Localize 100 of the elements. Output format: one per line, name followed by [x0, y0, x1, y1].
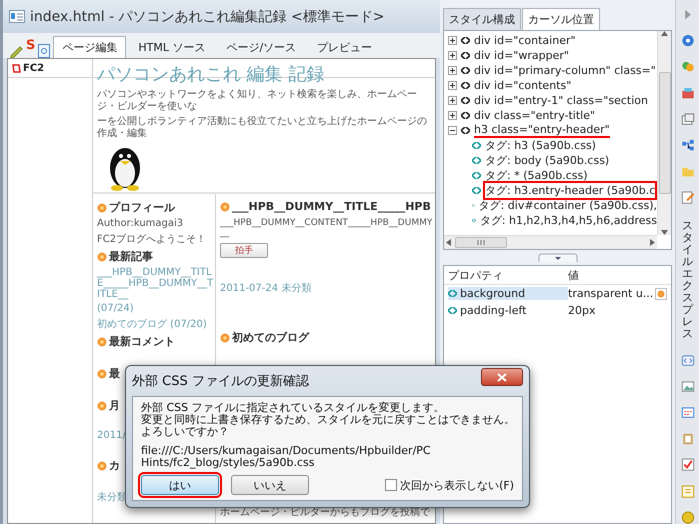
tag-icon	[448, 307, 457, 314]
panel-label[interactable]: スタイルエクスプレス	[682, 220, 693, 341]
close-icon	[497, 372, 507, 382]
clipboard-icon[interactable]	[680, 432, 694, 446]
flower-icon	[97, 400, 107, 410]
tree-node[interactable]: div id="contents"	[474, 79, 572, 92]
editor-tab[interactable]: プレビュー	[308, 36, 382, 58]
calendar-icon[interactable]	[680, 406, 694, 420]
tree-node[interactable]: div id="container"	[474, 34, 576, 47]
tag-icon	[461, 127, 470, 134]
window-icon[interactable]	[680, 112, 694, 126]
expand-icon[interactable]	[448, 111, 457, 120]
column-header: プロパティ	[448, 268, 504, 282]
editor-tab[interactable]: ページ編集	[53, 36, 126, 58]
tree-node[interactable]: タグ: * (5a90b.css)	[485, 168, 588, 183]
section-heading: プロフィール	[109, 200, 175, 215]
tag-icon	[448, 290, 457, 297]
style-toggle[interactable]: S	[26, 38, 36, 53]
flower-icon	[220, 332, 230, 342]
expand-icon[interactable]	[448, 66, 457, 75]
tag-icon	[472, 172, 481, 179]
checkbox-label[interactable]: 次回から表示しない(F)	[400, 478, 514, 492]
tree-node[interactable]: div id="primary-column" class="	[474, 64, 656, 77]
property-value: transparent u...	[568, 287, 654, 300]
vertical-scrollbar[interactable]	[657, 31, 671, 235]
close-button[interactable]	[481, 368, 523, 386]
tree-node[interactable]: タグ: h3 (5a90b.css)	[485, 138, 596, 153]
horizontal-scrollbar[interactable]	[444, 235, 657, 249]
site-logo: FC2	[23, 62, 44, 74]
dialog-message: 外部 CSS ファイルに指定されているスタイルを変更します。	[141, 402, 446, 414]
tree-node[interactable]: h3 class="entry-header"	[474, 123, 610, 138]
palette-icon[interactable]	[680, 60, 694, 74]
tag-icon	[461, 82, 470, 89]
file-path: Hints/fc2_blog/styles/5a90b.css	[141, 457, 314, 469]
tree-node[interactable]: タグ: h1,h2,h3,h4,h5,h6,address	[480, 213, 657, 228]
dialog-button[interactable]: はい	[141, 475, 219, 495]
section-heading: 初めてのブログ	[232, 330, 309, 345]
expand-icon[interactable]	[448, 96, 457, 105]
panel-tab[interactable]: スタイル構成	[443, 8, 521, 30]
splitter-handle-icon[interactable]	[538, 253, 578, 262]
checkbox[interactable]	[385, 479, 398, 491]
help-icon[interactable]	[680, 34, 694, 48]
tree-node[interactable]: div class="entry-title"	[474, 109, 596, 122]
tree-node[interactable]: div id="wrapper"	[474, 49, 569, 62]
property-value: 20px	[568, 304, 596, 317]
dialog-title: 外部 CSS ファイルの更新確認	[132, 373, 309, 390]
editor-tab[interactable]: HTML ソース	[129, 36, 214, 58]
page-icon[interactable]	[38, 44, 50, 58]
scroll-up-icon[interactable]	[661, 31, 668, 36]
site-description: パソコンやネットワークをよく知り、ネット検索を楽しみ、ホームページ・ビルダーを使いな	[97, 89, 418, 113]
tag-icon	[472, 217, 476, 224]
flower-icon	[97, 368, 107, 378]
expand-icon[interactable]	[448, 81, 457, 90]
window-title: index.html - パソコンあれこれ編集記録 <標準モード>	[30, 8, 385, 26]
coin-icon[interactable]	[680, 510, 694, 524]
expand-icon[interactable]	[448, 36, 457, 45]
flower-icon	[97, 252, 107, 262]
tag-icon	[472, 187, 481, 194]
site-title: パソコンあれこれ 編集 記録	[97, 63, 326, 86]
code-icon[interactable]	[680, 354, 694, 367]
tree-node[interactable]: タグ: h3.entry-header (5a90b.c	[485, 183, 656, 198]
dialog-button[interactable]: いいえ	[231, 475, 309, 495]
scroll-left-icon[interactable]	[446, 239, 451, 246]
clap-button[interactable]: 拍手	[220, 243, 268, 258]
property-name-cell[interactable]: background	[448, 287, 568, 300]
expand-icon[interactable]	[448, 51, 457, 60]
fc2-logo-icon	[12, 63, 21, 73]
tree-node[interactable]: タグ: body (5a90b.css)	[485, 153, 610, 168]
tree-node[interactable]: div id="entry-1" class="section	[474, 94, 648, 107]
section-heading: 最新記事	[109, 249, 153, 264]
body-text: FC2ブログへようこそ！	[97, 232, 208, 246]
tag-icon	[461, 37, 470, 44]
tree-node[interactable]: タグ: div#container (5a90b.css),	[478, 198, 657, 213]
dialog-message: 変更と同時に上書き保存するため、スタイルを元に戻すことはできません。	[141, 414, 514, 426]
list-icon[interactable]	[680, 484, 694, 498]
image-icon[interactable]	[680, 380, 694, 393]
tag-icon	[472, 157, 481, 164]
section-heading: 月	[109, 398, 120, 413]
property-name-cell[interactable]: padding-left	[448, 304, 568, 317]
panel-tab[interactable]: カーソル位置	[522, 8, 600, 30]
style-express-icon[interactable]	[680, 191, 694, 205]
checkmark-icon[interactable]	[680, 458, 694, 472]
tag-icon	[461, 52, 470, 59]
scroll-right-icon[interactable]	[650, 239, 655, 246]
site-description: ーを公開しボランティア活動にも役立てたいと立ち上げたホームページの作成・編集	[97, 116, 428, 140]
editor-tab[interactable]: ページ/ソース	[217, 36, 306, 58]
grip-icon	[476, 240, 486, 245]
toolbox-icon[interactable]	[680, 86, 694, 100]
dialog-message: よろしいですか？	[141, 426, 230, 438]
sitemap-icon[interactable]	[680, 139, 694, 152]
section-heading: カ	[109, 458, 120, 473]
tag-icon	[461, 67, 470, 74]
scroll-down-icon[interactable]	[661, 230, 668, 235]
column-header: 値	[568, 268, 580, 282]
collapse-icon[interactable]	[448, 126, 457, 135]
section-heading: 最	[109, 366, 120, 381]
browse-icon[interactable]	[655, 288, 668, 300]
tag-icon	[461, 97, 470, 104]
flower-icon	[97, 460, 107, 470]
body-text: Author:kumagai3	[97, 218, 184, 229]
